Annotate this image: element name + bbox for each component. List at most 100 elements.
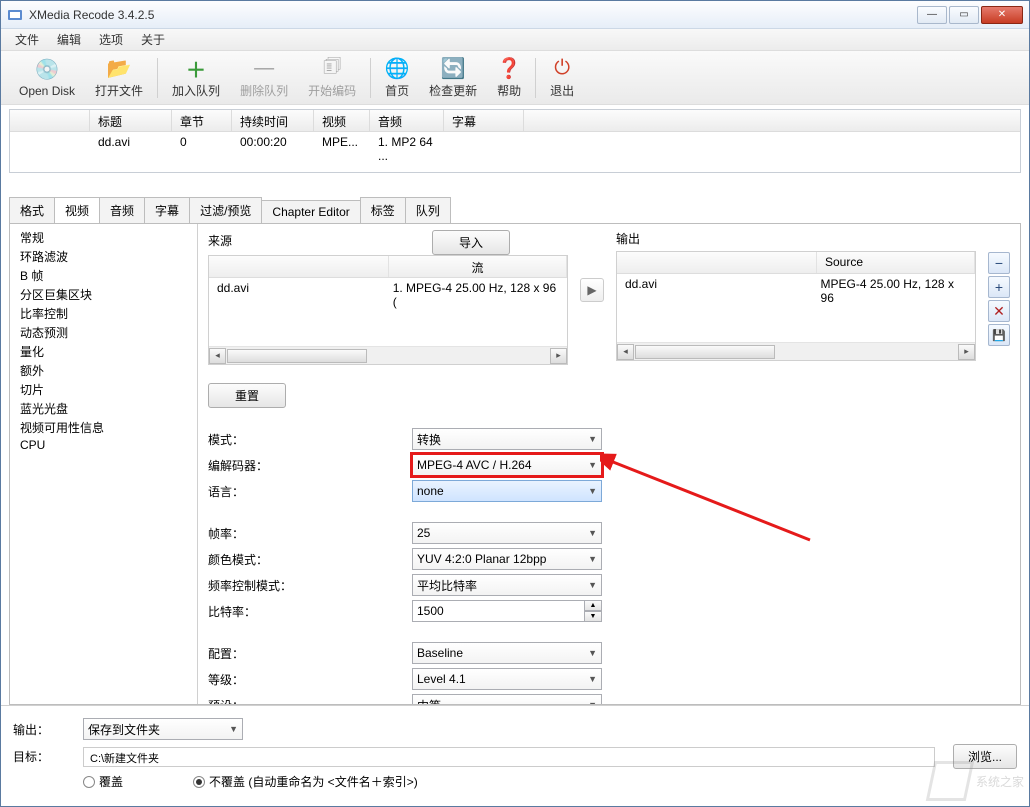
bitrate-input[interactable]	[412, 600, 584, 622]
globe-icon: 🌐	[385, 56, 409, 80]
output-label: 输出	[616, 230, 976, 247]
mode-label: 模式：	[208, 431, 412, 448]
help-button[interactable]: ❓帮助	[487, 54, 531, 101]
side-item[interactable]: 量化	[16, 342, 197, 361]
out-hdr-file[interactable]	[617, 252, 817, 273]
chevron-down-icon: ▼	[588, 700, 597, 704]
language-select[interactable]: none▼	[412, 480, 602, 502]
side-item[interactable]: 动态预测	[16, 323, 197, 342]
out-hdr-source[interactable]: Source	[817, 252, 975, 273]
help-icon: ❓	[497, 56, 521, 80]
tab-tag[interactable]: 标签	[360, 197, 406, 223]
profile-select[interactable]: Baseline▼	[412, 642, 602, 664]
codec-select[interactable]: MPEG-4 AVC / H.264▼	[412, 454, 602, 476]
queue-hdr-title[interactable]: 标题	[90, 110, 172, 131]
tab-subtitle[interactable]: 字幕	[144, 197, 190, 223]
output-row[interactable]: dd.avi MPEG-4 25.00 Hz, 128 x 96	[617, 274, 975, 308]
scrollbar[interactable]: ◂▸	[617, 342, 975, 360]
browse-button[interactable]: 浏览...	[953, 744, 1017, 769]
target-path[interactable]: C:\新建文件夹	[83, 747, 935, 767]
save-button[interactable]: 💾	[988, 324, 1010, 346]
tab-audio[interactable]: 音频	[99, 197, 145, 223]
close-button[interactable]: ✕	[981, 6, 1023, 24]
side-item[interactable]: 比率控制	[16, 304, 197, 323]
reset-button[interactable]: 重置	[208, 383, 286, 408]
mode-select[interactable]: 转换▼	[412, 428, 602, 450]
scrollbar[interactable]: ◂▸	[209, 346, 567, 364]
open-file-button[interactable]: 📂打开文件	[85, 54, 153, 101]
ratectl-select[interactable]: 平均比特率▼	[412, 574, 602, 596]
chevron-down-icon: ▼	[229, 724, 238, 734]
maximize-button[interactable]: ▭	[949, 6, 979, 24]
menu-options[interactable]: 选项	[91, 29, 131, 50]
src-hdr-file[interactable]	[209, 256, 389, 277]
side-item[interactable]: CPU	[16, 437, 197, 453]
color-label: 颜色模式：	[208, 551, 412, 568]
output-mode-select[interactable]: 保存到文件夹▼	[83, 718, 243, 740]
remove-button[interactable]: −	[988, 252, 1010, 274]
source-row[interactable]: dd.avi 1. MPEG-4 25.00 Hz, 128 x 96 (	[209, 278, 567, 312]
preset-select[interactable]: 中等▼	[412, 694, 602, 704]
import-button[interactable]: 导入	[432, 230, 510, 255]
queue-cell-chapter: 0	[172, 134, 232, 152]
src-stream: 1. MPEG-4 25.00 Hz, 128 x 96 (	[385, 281, 567, 309]
bitrate-label: 比特率：	[208, 603, 412, 620]
home-button[interactable]: 🌐首页	[375, 54, 419, 101]
side-item[interactable]: 切片	[16, 380, 197, 399]
side-item[interactable]: 额外	[16, 361, 197, 380]
profile-label: 配置：	[208, 645, 412, 662]
tab-format[interactable]: 格式	[9, 197, 55, 223]
queue-cell-duration: 00:00:20	[232, 134, 314, 152]
queue-panel: 标题 章节 持续时间 视频 音频 字幕 dd.avi 0 00:00:20 MP…	[1, 105, 1029, 173]
minimize-button[interactable]: —	[917, 6, 947, 24]
queue-hdr-duration[interactable]: 持续时间	[232, 110, 314, 131]
side-item[interactable]: B 帧	[16, 266, 197, 285]
color-select[interactable]: YUV 4:2:0 Planar 12bpp▼	[412, 548, 602, 570]
side-item[interactable]: 环路滤波	[16, 247, 197, 266]
menu-file[interactable]: 文件	[7, 29, 47, 50]
overwrite-radio[interactable]: 覆盖	[83, 773, 123, 790]
no-overwrite-radio[interactable]: 不覆盖 (自动重命名为 <文件名＋索引>)	[193, 773, 418, 790]
add-queue-button[interactable]: ＋加入队列	[162, 54, 230, 101]
toolbar: 💿Open Disk 📂打开文件 ＋加入队列 —删除队列 🗊开始编码 🌐首页 🔄…	[1, 51, 1029, 105]
tab-queue[interactable]: 队列	[405, 197, 451, 223]
exit-button[interactable]: ⏻退出	[540, 54, 584, 101]
check-update-button[interactable]: 🔄检查更新	[419, 54, 487, 101]
spin-down[interactable]: ▼	[584, 611, 602, 622]
queue-row[interactable]: dd.avi 0 00:00:20 MPE... 1. MP2 64 ...	[10, 132, 1020, 152]
transfer-button[interactable]: ▶	[580, 278, 604, 302]
delete-button[interactable]: ✕	[988, 300, 1010, 322]
menu-edit[interactable]: 编辑	[49, 29, 89, 50]
queue-hdr-thumb[interactable]	[10, 110, 90, 131]
app-icon	[7, 7, 23, 23]
side-item[interactable]: 常规	[16, 228, 197, 247]
target-label: 目标：	[13, 748, 73, 765]
side-item[interactable]: 分区巨集区块	[16, 285, 197, 304]
side-item[interactable]: 视频可用性信息	[16, 418, 197, 437]
add-button[interactable]: +	[988, 276, 1010, 298]
open-disk-button[interactable]: 💿Open Disk	[9, 56, 85, 100]
video-right-pane: 来源 导入 流 dd.avi 1. MPEG-4 25.00 Hz, 128 x…	[198, 224, 1020, 704]
output-action-buttons: − + ✕ 💾	[988, 252, 1010, 346]
separator	[535, 58, 536, 98]
tab-video[interactable]: 视频	[54, 197, 100, 223]
source-label: 来源	[208, 232, 232, 249]
queue-hdr-subtitle[interactable]: 字幕	[444, 110, 524, 131]
src-hdr-stream[interactable]: 流	[389, 256, 567, 277]
level-select[interactable]: Level 4.1▼	[412, 668, 602, 690]
queue-hdr-video[interactable]: 视频	[314, 110, 370, 131]
chevron-down-icon: ▼	[588, 648, 597, 658]
codec-label: 编解码器：	[208, 457, 412, 474]
side-item[interactable]: 蓝光光盘	[16, 399, 197, 418]
tab-filter[interactable]: 过滤/预览	[189, 197, 262, 223]
fps-select[interactable]: 25▼	[412, 522, 602, 544]
tab-strip: 格式 视频 音频 字幕 过滤/预览 Chapter Editor 标签 队列	[9, 197, 1021, 223]
bitrate-spinner[interactable]: ▲▼	[412, 600, 602, 622]
menu-about[interactable]: 关于	[133, 29, 173, 50]
queue-hdr-audio[interactable]: 音频	[370, 110, 444, 131]
start-encode-button: 🗊开始编码	[298, 54, 366, 101]
queue-hdr-chapter[interactable]: 章节	[172, 110, 232, 131]
src-file: dd.avi	[209, 281, 385, 309]
tab-chapter[interactable]: Chapter Editor	[261, 200, 360, 223]
spin-up[interactable]: ▲	[584, 600, 602, 611]
